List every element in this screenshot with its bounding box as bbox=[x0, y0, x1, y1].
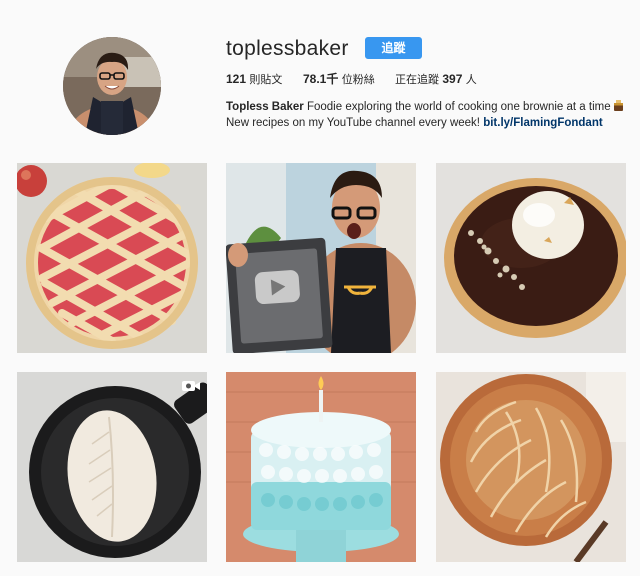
following-count[interactable]: 正在追蹤 397 人 bbox=[395, 71, 477, 88]
avatar-image bbox=[63, 37, 161, 135]
followers-count-value: 78.1千 bbox=[303, 72, 339, 86]
following-count-label: 正在追蹤 bbox=[395, 73, 439, 86]
post-tile-play-button[interactable] bbox=[226, 163, 416, 353]
post-tile-chocolate-tart[interactable] bbox=[436, 163, 626, 353]
following-count-value: 397 bbox=[442, 72, 463, 86]
follow-button[interactable]: 追蹤 bbox=[365, 37, 422, 59]
bio-text-1: Foodie exploring the world of cooking on… bbox=[306, 101, 611, 113]
post-tile-pie[interactable] bbox=[17, 163, 207, 353]
bio-full-name: Topless Baker bbox=[226, 101, 304, 113]
following-count-unit: 人 bbox=[465, 73, 477, 86]
posts-count: 121 則貼文 bbox=[226, 71, 282, 88]
video-camera-icon bbox=[182, 381, 200, 391]
post-image-bread-dough bbox=[17, 372, 207, 562]
profile-bio: Topless Baker Foodie exploring the world… bbox=[226, 99, 626, 131]
bio-line-2: New recipes on my YouTube channel every … bbox=[226, 115, 626, 131]
bio-text-2: New recipes on my YouTube channel every … bbox=[226, 117, 480, 129]
post-tile-birthday-cake[interactable] bbox=[226, 372, 416, 562]
bio-external-link[interactable]: bit.ly/FlamingFondant bbox=[483, 117, 602, 129]
post-image-pie bbox=[17, 163, 207, 353]
profile-username: toplessbaker bbox=[226, 37, 349, 60]
posts-count-value: 121 bbox=[226, 72, 247, 86]
post-tile-sourdough[interactable] bbox=[436, 372, 626, 562]
followers-count[interactable]: 78.1千 位粉絲 bbox=[303, 71, 375, 88]
profile-avatar[interactable] bbox=[63, 37, 161, 135]
bio-line-1: Topless Baker Foodie exploring the world… bbox=[226, 99, 626, 115]
posts-count-label: 則貼文 bbox=[249, 73, 283, 86]
followers-count-label: 位粉絲 bbox=[341, 73, 375, 86]
post-image-birthday-cake bbox=[226, 372, 416, 562]
brownie-emoji-icon bbox=[613, 100, 623, 111]
post-tile-bread-dough[interactable] bbox=[17, 372, 207, 562]
post-image-sourdough bbox=[436, 372, 626, 562]
post-image-play-button bbox=[226, 163, 416, 353]
post-image-chocolate-tart bbox=[436, 163, 626, 353]
